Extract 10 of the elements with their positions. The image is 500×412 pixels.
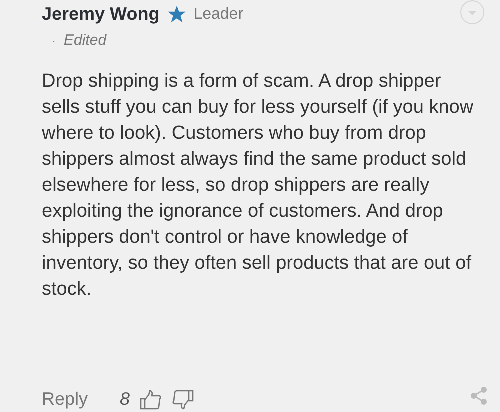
edited-label: Edited <box>64 31 107 51</box>
separator-dot: · <box>52 33 56 50</box>
rank-label: Leader <box>194 4 244 24</box>
reply-button[interactable]: Reply <box>42 386 88 412</box>
star-icon <box>168 6 186 23</box>
author-name[interactable]: Jeremy Wong <box>42 1 160 28</box>
comment-text: Drop shipping is a form of scam. A drop shipper sells stuff you can buy for less yourself (if you know where to look). Customers who buy from drop shippers almost always find the same product sold elsewhere for less, so drop shippers are really exploiting the ignorance of customers. And drop shippers don't control or have knowledge of inventory, so they often sell products that are out of stock. <box>41 70 475 302</box>
thumbs-down-icon[interactable] <box>172 390 194 410</box>
like-count: 8 <box>120 388 130 411</box>
thumbs-up-icon[interactable] <box>140 390 162 410</box>
